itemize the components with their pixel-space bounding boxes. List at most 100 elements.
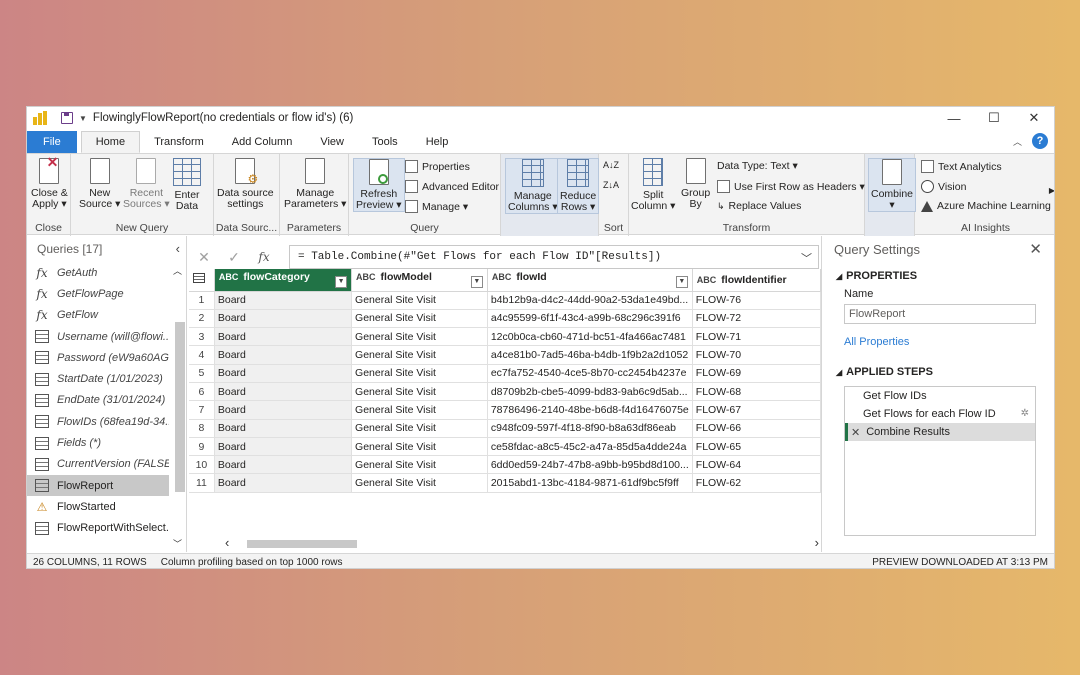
table-cell[interactable]: FLOW-67 <box>692 400 821 420</box>
table-cell[interactable]: 78786496-2140-48be-b6d8-f4d16476075e <box>487 400 693 420</box>
query-name-input[interactable]: FlowReport <box>844 304 1036 324</box>
row-number[interactable]: 3 <box>189 327 215 347</box>
manage-columns-button[interactable]: Manage Columns ▾ <box>505 158 561 214</box>
scroll-down-icon[interactable]: ﹀ <box>173 537 182 550</box>
table-cell[interactable]: ce58fdac-a8c5-45c2-a47a-85d5a4dde24a <box>487 437 693 457</box>
table-cell[interactable]: d8709b2b-cbe5-4099-bd83-9ab6c9d5ab... <box>487 382 693 402</box>
table-cell[interactable]: FLOW-66 <box>692 419 821 438</box>
collapse-ribbon-icon[interactable]: ︿ <box>1013 135 1022 148</box>
row-number[interactable]: 10 <box>189 455 215 475</box>
column-header-flowid[interactable]: ABC flowId ▼ <box>487 269 693 292</box>
table-cell[interactable]: General Site Visit <box>351 291 488 310</box>
row-number[interactable]: 7 <box>189 400 215 420</box>
table-cell[interactable]: Board <box>214 400 353 420</box>
table-cell[interactable]: 6dd0ed59-24b7-47b8-a9bb-b95bd8d100... <box>487 455 693 475</box>
use-first-row-headers-button[interactable]: Use First Row as Headers ▾ <box>717 180 865 193</box>
grid-scroll-thumb[interactable] <box>247 540 357 548</box>
table-cell[interactable]: General Site Visit <box>351 345 488 365</box>
query-item[interactable]: EndDate (31/01/2024) <box>27 390 169 411</box>
grid-corner-menu[interactable] <box>189 269 215 292</box>
query-item[interactable]: fx GetFlow <box>27 305 169 326</box>
table-cell[interactable]: a4c95599-6f1f-43c4-a99b-68c296c391f6 <box>487 309 693 329</box>
query-item[interactable]: fx GetAuth <box>27 262 169 283</box>
query-item[interactable]: FlowReportWithSelect... <box>27 518 169 539</box>
table-cell[interactable]: FLOW-68 <box>692 382 821 402</box>
tab-view[interactable]: View <box>306 131 358 153</box>
table-cell[interactable]: General Site Visit <box>351 419 488 438</box>
minimize-button[interactable]: — <box>934 107 974 129</box>
tab-tools[interactable]: Tools <box>358 131 412 153</box>
sort-ascending-button[interactable]: A↓Z <box>603 160 619 170</box>
column-header-flowidentifier[interactable]: ABC flowIdentifier <box>692 269 821 292</box>
recent-sources-button[interactable]: Recent Sources ▾ <box>123 158 170 210</box>
queries-scrollbar[interactable]: ︿ ﹀ <box>172 262 186 552</box>
table-cell[interactable]: General Site Visit <box>351 455 488 475</box>
tab-add-column[interactable]: Add Column <box>218 131 307 153</box>
table-cell[interactable]: General Site Visit <box>351 382 488 402</box>
commit-formula-icon[interactable]: ✓ <box>219 249 249 266</box>
table-cell[interactable]: FLOW-76 <box>692 291 821 310</box>
scroll-up-icon[interactable]: ︿ <box>173 264 182 277</box>
table-cell[interactable]: Board <box>214 327 353 347</box>
group-by-button[interactable]: Group By <box>681 158 710 210</box>
column-header-flowmodel[interactable]: ABC flowModel ▼ <box>351 269 488 292</box>
query-item[interactable]: Password (eW9a60AG... <box>27 347 169 368</box>
table-cell[interactable]: Board <box>214 364 353 383</box>
data-source-settings-button[interactable]: ⚙ Data source settings <box>217 158 274 210</box>
column-filter-icon[interactable]: ▼ <box>335 276 348 289</box>
maximize-button[interactable]: ☐ <box>974 107 1014 129</box>
table-cell[interactable]: c948fc09-597f-4f18-8f90-b8a63df86eab <box>487 419 693 438</box>
query-item[interactable]: Fields (*) <box>27 432 169 453</box>
table-cell[interactable]: a4ce81b0-7ad5-46ba-b4db-1f9b2a2d1052 <box>487 345 693 365</box>
close-window-button[interactable]: ✕ <box>1014 107 1054 129</box>
tab-transform[interactable]: Transform <box>140 131 218 153</box>
table-cell[interactable]: FLOW-62 <box>692 473 821 493</box>
tab-home[interactable]: Home <box>80 131 141 153</box>
properties-section-header[interactable]: ◢ PROPERTIES <box>822 270 1054 282</box>
split-column-button[interactable]: Split Column ▾ <box>631 158 675 212</box>
table-cell[interactable]: General Site Visit <box>351 400 488 420</box>
query-item[interactable]: FlowReport <box>27 474 169 497</box>
table-cell[interactable]: FLOW-71 <box>692 327 821 347</box>
table-cell[interactable]: FLOW-64 <box>692 455 821 475</box>
ribbon-scroll-right-icon[interactable]: ▶ <box>1049 186 1054 195</box>
properties-button[interactable]: Properties <box>405 160 470 173</box>
query-item[interactable]: Username (will@flowi... <box>27 326 169 347</box>
sort-descending-button[interactable]: Z↓A <box>603 180 619 190</box>
combine-button[interactable]: Combine ▾ <box>868 158 917 212</box>
row-number[interactable]: 8 <box>189 419 215 438</box>
table-cell[interactable]: 2015abd1-13bc-4184-9871-61df9bc5f9ff <box>487 473 693 493</box>
query-item[interactable]: fx GetFlowPage <box>27 283 169 304</box>
collapse-queries-icon[interactable]: ‹ <box>176 241 180 256</box>
table-cell[interactable]: Board <box>214 382 353 402</box>
applied-steps-header[interactable]: ◢ APPLIED STEPS <box>822 366 1054 378</box>
save-icon[interactable] <box>61 112 73 124</box>
table-cell[interactable]: General Site Visit <box>351 309 488 329</box>
replace-values-button[interactable]: ↳ Replace Values <box>717 200 801 212</box>
manage-button[interactable]: Manage ▾ <box>405 200 468 213</box>
query-item[interactable]: StartDate (1/01/2023) <box>27 368 169 389</box>
step-settings-icon[interactable]: ✲ <box>1021 408 1029 419</box>
formula-input[interactable]: = Table.Combine(#"Get Flows for each Flo… <box>289 245 819 269</box>
tab-help[interactable]: Help <box>412 131 463 153</box>
azure-ml-button[interactable]: Azure Machine Learning <box>921 200 1051 212</box>
row-number[interactable]: 2 <box>189 309 215 329</box>
table-cell[interactable]: General Site Visit <box>351 473 488 493</box>
row-number[interactable]: 11 <box>189 473 215 493</box>
enter-data-button[interactable]: Enter Data <box>173 158 201 212</box>
applied-step[interactable]: ✕ Combine Results <box>845 423 1035 441</box>
column-filter-icon[interactable]: ▼ <box>675 276 688 289</box>
column-header-flowcategory[interactable]: ABC flowCategory ▼ <box>214 269 353 292</box>
table-cell[interactable]: FLOW-72 <box>692 309 821 329</box>
table-cell[interactable]: Board <box>214 309 353 329</box>
vision-button[interactable]: Vision <box>921 180 966 193</box>
table-cell[interactable]: Board <box>214 455 353 475</box>
table-cell[interactable]: Board <box>214 345 353 365</box>
grid-horizontal-scrollbar[interactable]: ‹ › <box>219 535 819 551</box>
table-cell[interactable]: 12c0b0ca-cb60-471d-bc51-4fa466ac7481 <box>487 327 693 347</box>
all-properties-link[interactable]: All Properties <box>822 336 1054 348</box>
table-cell[interactable]: General Site Visit <box>351 327 488 347</box>
expand-formula-icon[interactable]: ﹀ <box>801 250 812 266</box>
refresh-preview-button[interactable]: Refresh Preview ▾ <box>353 158 405 212</box>
cancel-formula-icon[interactable]: ✕ <box>189 249 219 266</box>
